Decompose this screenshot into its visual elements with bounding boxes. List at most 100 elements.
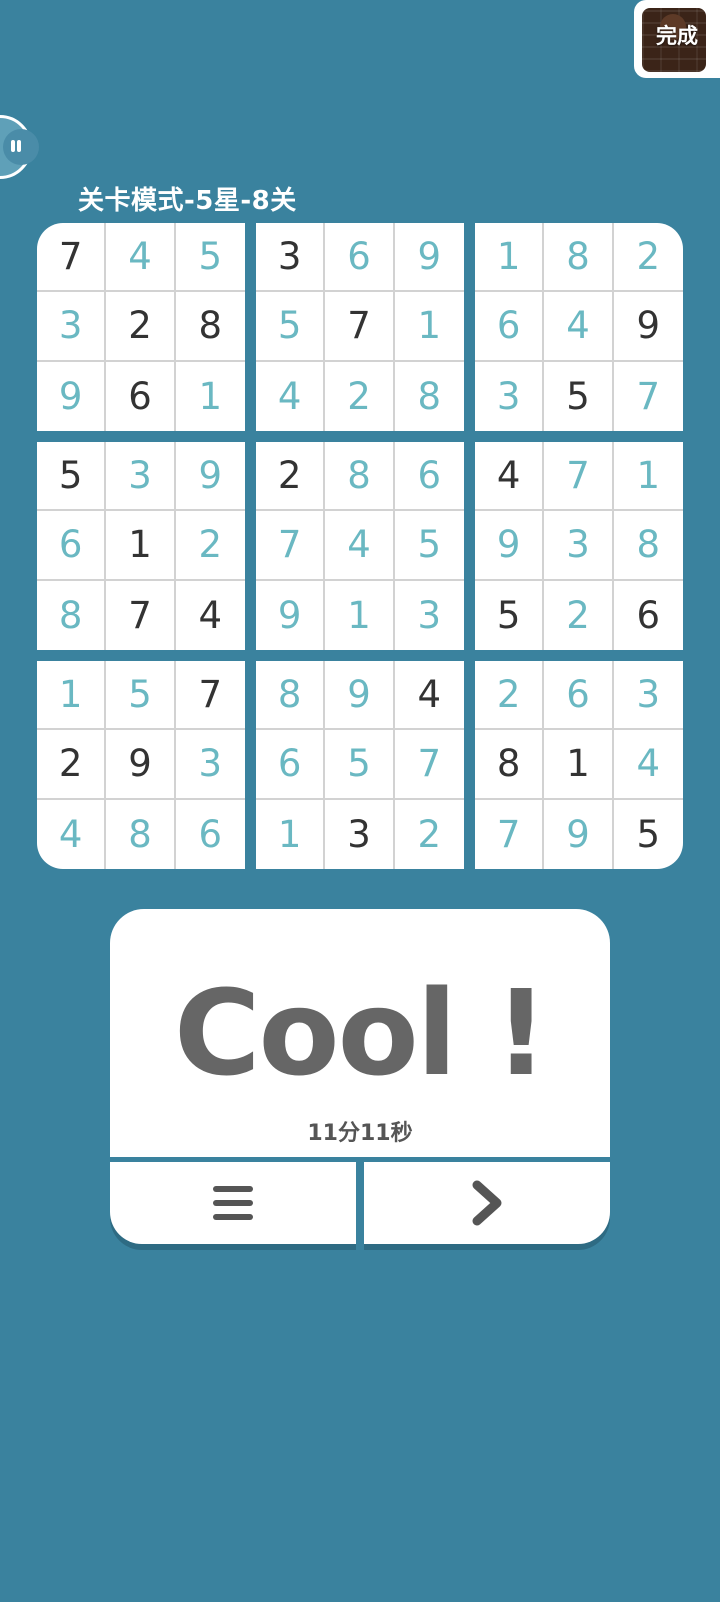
- sudoku-cell[interactable]: 6: [475, 292, 545, 362]
- sudoku-cell[interactable]: 5: [614, 800, 683, 869]
- sudoku-cell[interactable]: 3: [475, 361, 545, 431]
- sudoku-cell[interactable]: 6: [325, 223, 395, 293]
- sudoku-cell[interactable]: 3: [325, 799, 395, 869]
- sudoku-cell[interactable]: 6: [544, 661, 614, 731]
- sudoku-cell[interactable]: 1: [106, 511, 176, 581]
- sudoku-cell[interactable]: 3: [37, 292, 107, 362]
- result-card: Cool ! 11分11秒: [110, 909, 610, 1157]
- pause-icon: [9, 140, 23, 154]
- sudoku-cell[interactable]: 7: [394, 730, 464, 800]
- sudoku-cell[interactable]: 9: [325, 661, 395, 731]
- sudoku-cell[interactable]: 6: [394, 442, 464, 512]
- sudoku-cell[interactable]: 4: [544, 292, 614, 362]
- sudoku-box: 539612874: [37, 442, 245, 650]
- sudoku-cell[interactable]: 8: [37, 580, 107, 650]
- sudoku-cell[interactable]: 8: [175, 292, 245, 362]
- sudoku-cell[interactable]: 3: [175, 730, 245, 800]
- sudoku-cell[interactable]: 1: [256, 799, 326, 869]
- sudoku-cell[interactable]: 9: [475, 511, 545, 581]
- sudoku-cell[interactable]: 7: [475, 799, 545, 869]
- next-button[interactable]: [364, 1162, 610, 1244]
- sudoku-cell[interactable]: 7: [544, 442, 614, 512]
- sudoku-cell[interactable]: 8: [613, 511, 683, 581]
- sudoku-cell[interactable]: 8: [106, 799, 176, 869]
- sudoku-cell[interactable]: 9: [544, 799, 614, 869]
- sudoku-cell[interactable]: 3: [256, 223, 326, 293]
- sudoku-cell[interactable]: 3: [613, 661, 683, 731]
- sudoku-cell[interactable]: 4: [256, 361, 326, 431]
- sudoku-box: 182649357: [475, 223, 683, 431]
- sudoku-cell[interactable]: 9: [175, 442, 245, 512]
- sudoku-cell[interactable]: 8: [544, 223, 614, 293]
- sudoku-cell[interactable]: 5: [175, 223, 245, 293]
- sudoku-cell[interactable]: 1: [394, 292, 464, 362]
- sudoku-cell[interactable]: 2: [106, 292, 176, 362]
- sudoku-cell[interactable]: 5: [37, 442, 107, 512]
- sudoku-box: 471938526: [475, 442, 683, 650]
- sudoku-cell[interactable]: 1: [544, 730, 614, 800]
- sudoku-cell[interactable]: 6: [256, 730, 326, 800]
- sudoku-cell[interactable]: 9: [394, 223, 464, 293]
- sudoku-cell[interactable]: 2: [175, 511, 245, 581]
- sudoku-cell[interactable]: 6: [614, 581, 683, 650]
- sudoku-cell[interactable]: 7: [325, 292, 395, 362]
- sudoku-cell[interactable]: 2: [37, 730, 107, 800]
- sudoku-box: 157293486: [37, 661, 245, 869]
- sudoku-cell[interactable]: 2: [475, 661, 545, 731]
- sudoku-board: 7453289613695714281826493575396128742867…: [37, 223, 683, 871]
- sudoku-cell[interactable]: 4: [613, 730, 683, 800]
- sudoku-cell[interactable]: 6: [106, 361, 176, 431]
- sudoku-cell[interactable]: 6: [176, 800, 245, 869]
- menu-button[interactable]: [110, 1162, 356, 1244]
- sudoku-cell[interactable]: 5: [394, 511, 464, 581]
- sudoku-cell[interactable]: 3: [395, 581, 464, 650]
- elapsed-time: 11分11秒: [307, 1121, 413, 1146]
- sudoku-cell[interactable]: 4: [475, 442, 545, 512]
- pause-handle[interactable]: [0, 115, 39, 179]
- sudoku-cell[interactable]: 5: [544, 361, 614, 431]
- sudoku-cell[interactable]: 5: [106, 661, 176, 731]
- sudoku-cell[interactable]: 8: [325, 442, 395, 512]
- sudoku-cell[interactable]: 8: [256, 661, 326, 731]
- menu-icon: [213, 1186, 253, 1220]
- sudoku-cell[interactable]: 1: [37, 661, 107, 731]
- sudoku-box: 263814795: [475, 661, 683, 869]
- sudoku-cell[interactable]: 2: [395, 800, 464, 869]
- done-label: 完成: [656, 24, 698, 48]
- sudoku-cell[interactable]: 1: [325, 580, 395, 650]
- sudoku-cell[interactable]: 3: [544, 511, 614, 581]
- sudoku-cell[interactable]: 7: [175, 661, 245, 731]
- sudoku-cell[interactable]: 2: [325, 361, 395, 431]
- sudoku-cell[interactable]: 6: [37, 511, 107, 581]
- sudoku-cell[interactable]: 4: [106, 223, 176, 293]
- sudoku-cell[interactable]: 3: [106, 442, 176, 512]
- sudoku-cell[interactable]: 7: [614, 362, 683, 431]
- chevron-right-icon: [472, 1180, 502, 1226]
- sudoku-cell[interactable]: 7: [106, 580, 176, 650]
- sudoku-cell[interactable]: 9: [256, 580, 326, 650]
- sudoku-box: 286745913: [256, 442, 464, 650]
- sudoku-cell[interactable]: 8: [395, 362, 464, 431]
- sudoku-cell[interactable]: 1: [475, 223, 545, 293]
- sudoku-cell[interactable]: 4: [394, 661, 464, 731]
- sudoku-cell[interactable]: 4: [37, 799, 107, 869]
- sudoku-cell[interactable]: 7: [256, 511, 326, 581]
- sudoku-cell[interactable]: 9: [613, 292, 683, 362]
- sudoku-cell[interactable]: 9: [106, 730, 176, 800]
- done-badge[interactable]: 完成: [634, 0, 720, 78]
- sudoku-cell[interactable]: 5: [325, 730, 395, 800]
- sudoku-cell[interactable]: 8: [475, 730, 545, 800]
- sudoku-cell[interactable]: 4: [325, 511, 395, 581]
- sudoku-box: 745328961: [37, 223, 245, 431]
- sudoku-cell[interactable]: 9: [37, 361, 107, 431]
- sudoku-cell[interactable]: 5: [475, 580, 545, 650]
- sudoku-cell[interactable]: 2: [544, 580, 614, 650]
- sudoku-box: 894657132: [256, 661, 464, 869]
- sudoku-cell[interactable]: 2: [256, 442, 326, 512]
- sudoku-cell[interactable]: 7: [37, 223, 107, 293]
- sudoku-cell[interactable]: 1: [176, 362, 245, 431]
- sudoku-cell[interactable]: 1: [613, 442, 683, 512]
- sudoku-cell[interactable]: 2: [613, 223, 683, 293]
- sudoku-cell[interactable]: 5: [256, 292, 326, 362]
- sudoku-cell[interactable]: 4: [176, 581, 245, 650]
